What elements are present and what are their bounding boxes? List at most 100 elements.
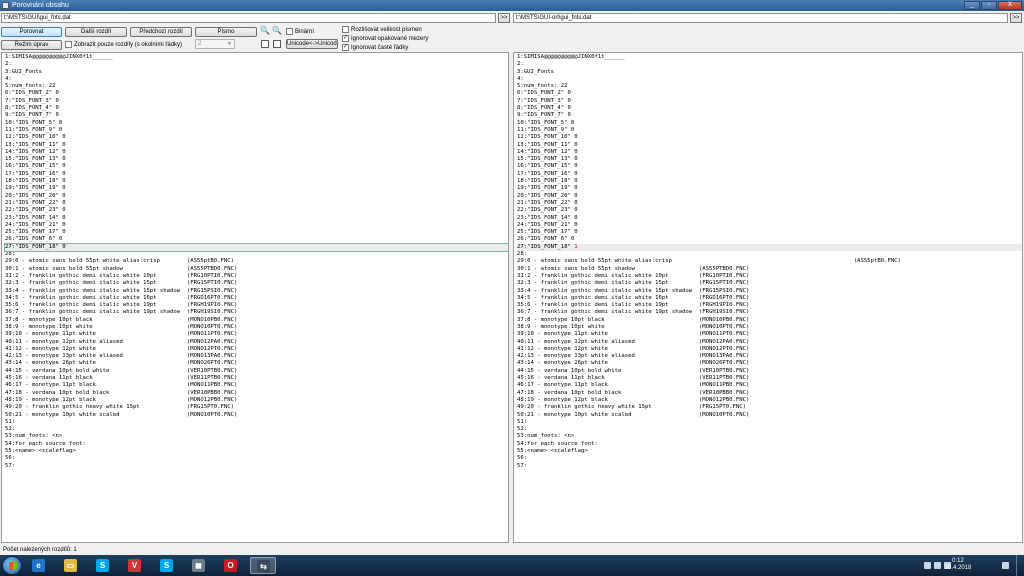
prev-diff-button[interactable]: Předchozí rozdíl xyxy=(130,27,192,37)
right-text-line[interactable]: 4: xyxy=(517,76,1022,83)
left-text-line[interactable]: 29:0 - atomic sans bold 55pt white alias… xyxy=(5,258,508,265)
right-text-line[interactable]: 39:10 - monotype 11pt white (MONO11PT0.F… xyxy=(517,331,1022,338)
left-text-line[interactable]: 44:15 - verdana 10pt bold white (VER10PT… xyxy=(5,368,508,375)
taskbar-app[interactable]: S xyxy=(90,557,116,574)
context-lines-select[interactable]: 2 ▼ xyxy=(195,39,235,49)
right-text-line[interactable]: 47:18 - verdana 10pt bold black (VER10PB… xyxy=(517,390,1022,397)
ignore-frequent-checkbox-box[interactable]: ✓ xyxy=(342,44,349,51)
left-text-line[interactable]: 45:16 - verdana 11pt black (VER11PTB0.FN… xyxy=(5,375,508,382)
left-text-line[interactable]: 47:18 - verdana 10pt bold black (VER10PB… xyxy=(5,390,508,397)
right-text-line[interactable]: 30:1 - atomic sans bold 55pt shadow (AS5… xyxy=(517,266,1022,273)
right-text-line[interactable]: 3:GUI_Fonts xyxy=(517,69,1022,76)
right-text-line[interactable]: 49:20 - franklin gothic heavy white 15pt… xyxy=(517,404,1022,411)
left-text-line[interactable]: 39:10 - monotype 11pt white (MONO11PT0.F… xyxy=(5,331,508,338)
left-text-line[interactable]: 21:"IDS_FONT_22" 0 xyxy=(5,200,508,207)
right-text-line[interactable]: 11:"IDS_FONT_9" 0 xyxy=(517,127,1022,134)
maximize-button[interactable]: ▫ xyxy=(981,1,997,10)
right-text-line[interactable]: 50:21 - monotype 10pt white scaled (MONO… xyxy=(517,412,1022,419)
left-text-line[interactable]: 8:"IDS_FONT_4" 0 xyxy=(5,105,508,112)
left-text-line[interactable]: 20:"IDS_FONT_20" 0 xyxy=(5,193,508,200)
right-text-line[interactable]: 57: xyxy=(517,463,1022,470)
right-browse-button[interactable]: >> xyxy=(1010,13,1022,23)
right-text-line[interactable]: 26:"IDS_FONT_6" 0 xyxy=(517,236,1022,243)
right-text-line[interactable]: 54:for each source font: xyxy=(517,441,1022,448)
left-text-line[interactable]: 33:4 - franklin gothic demi italic white… xyxy=(5,288,508,295)
clock[interactable]: 0:12 20.4.2018 xyxy=(940,558,976,572)
right-text-line[interactable]: 13:"IDS_FONT_11" 0 xyxy=(517,142,1022,149)
left-text-line[interactable]: 14:"IDS_FONT_12" 0 xyxy=(5,149,508,156)
right-text-line[interactable]: 53:num_fonts: <n> xyxy=(517,433,1022,440)
left-text-line[interactable]: 35:6 - franklin gothic demi italic white… xyxy=(5,302,508,309)
right-text-line[interactable]: 16:"IDS_FONT_15" 0 xyxy=(517,163,1022,170)
left-text-line[interactable]: 42:13 - monotype 13pt white aliased (MON… xyxy=(5,353,508,360)
right-text-line[interactable]: 18:"IDS_FONT_18" 0 xyxy=(517,178,1022,185)
left-text-line[interactable]: 12:"IDS_FONT_10" 0 xyxy=(5,134,508,141)
left-text-line[interactable]: 54:for each source font: xyxy=(5,441,508,448)
left-text-line[interactable]: 11:"IDS_FONT_9" 0 xyxy=(5,127,508,134)
right-text-line[interactable]: 38:9 - monotype 10pt white (MONO10PT0.FN… xyxy=(517,324,1022,331)
taskbar-app[interactable]: ▭ xyxy=(58,557,84,574)
left-file-path[interactable]: t:\MSTS\GUI\gui_fnts.dat xyxy=(1,13,496,23)
right-text-line[interactable]: 15:"IDS_FONT_13" 0 xyxy=(517,156,1022,163)
ignore-spaces-checkbox-box[interactable]: ✓ xyxy=(342,35,349,42)
right-text-line[interactable]: 19:"IDS_FONT_19" 0 xyxy=(517,185,1022,192)
right-text-line[interactable]: 2: xyxy=(517,61,1022,68)
case-sensitive-checkbox[interactable]: Rozlišovat velikost písmen xyxy=(342,25,422,34)
edit-mode-button[interactable]: Režim úprav xyxy=(1,40,62,50)
left-text-line[interactable]: 52: xyxy=(5,426,508,433)
right-text-line[interactable]: 52: xyxy=(517,426,1022,433)
right-text-line[interactable]: 6:"IDS_FONT_2" 0 xyxy=(517,90,1022,97)
left-text-line[interactable]: 41:12 - monotype 12pt white (MONO12PT0.F… xyxy=(5,346,508,353)
right-text-line[interactable]: 35:6 - franklin gothic demi italic white… xyxy=(517,302,1022,309)
case-sensitive-checkbox-box[interactable] xyxy=(342,26,349,33)
right-text-line[interactable]: 55:<name> <scaleflag> xyxy=(517,448,1022,455)
left-text-line[interactable]: 53:num_fonts: <n> xyxy=(5,433,508,440)
left-text-line[interactable]: 25:"IDS_FONT_17" 0 xyxy=(5,229,508,236)
right-text-line[interactable]: 21:"IDS_FONT_22" 0 xyxy=(517,200,1022,207)
left-text-line[interactable]: 57: xyxy=(5,463,508,470)
left-text-line[interactable]: 55:<name> <scaleflag> xyxy=(5,448,508,455)
close-button[interactable]: X xyxy=(998,1,1022,10)
find-next-icon[interactable]: 🔍 xyxy=(272,26,282,36)
right-text-line[interactable]: 14:"IDS_FONT_12" 0 xyxy=(517,149,1022,156)
right-file-path[interactable]: t:\MSTS\GUI-orl\gui_fnts.dat xyxy=(513,13,1008,23)
right-text-line[interactable]: 1:SIMISA@@@@@@@@@@JINX0f1t______ xyxy=(517,54,1022,61)
left-text-line[interactable]: 48:19 - monotype 12pt black (MONO12PB0.F… xyxy=(5,397,508,404)
left-text-line[interactable]: 34:5 - franklin gothic demi italic white… xyxy=(5,295,508,302)
left-text-line[interactable]: 18:"IDS_FONT_18" 0 xyxy=(5,178,508,185)
left-text-line[interactable]: 37:8 - monotype 10pt black (MONO10PB0.FN… xyxy=(5,317,508,324)
start-button[interactable] xyxy=(2,556,22,575)
left-text-line[interactable]: 38:9 - monotype 10pt white (MONO10PT0.FN… xyxy=(5,324,508,331)
taskbar-app[interactable]: ⇆ xyxy=(250,557,276,574)
right-text-line[interactable]: 36:7 - franklin gothic demi italic white… xyxy=(517,309,1022,316)
left-text-line[interactable]: 26:"IDS_FONT_6" 0 xyxy=(5,236,508,243)
right-text-line[interactable]: 45:16 - verdana 11pt black (VER11PTB0.FN… xyxy=(517,375,1022,382)
left-text-line[interactable]: 46:17 - monotype 11pt black (MONO11PB0.F… xyxy=(5,382,508,389)
right-text-line[interactable]: 28: xyxy=(517,251,1022,258)
unicode-toggle-button[interactable]: Unicode<->Unicode xyxy=(286,39,338,49)
show-desktop-button[interactable] xyxy=(1016,555,1024,576)
right-text-line[interactable]: 24:"IDS_FONT_21" 0 xyxy=(517,222,1022,229)
left-text-line[interactable]: 40:11 - monotype 12pt white aliased (MON… xyxy=(5,339,508,346)
left-pane-toggle-icon[interactable] xyxy=(261,40,269,48)
right-text-line[interactable]: 44:15 - verdana 10pt bold white (VER10PT… xyxy=(517,368,1022,375)
left-text-line[interactable]: 15:"IDS_FONT_13" 0 xyxy=(5,156,508,163)
left-text-line[interactable]: 2: xyxy=(5,61,508,68)
left-text-line[interactable]: 6:"IDS_FONT_2" 0 xyxy=(5,90,508,97)
minimize-button[interactable]: _ xyxy=(964,1,980,10)
right-text-line[interactable]: 25:"IDS_FONT_17" 0 xyxy=(517,229,1022,236)
ignore-spaces-checkbox[interactable]: ✓ Ignorovat opakované mezery xyxy=(342,34,428,43)
binoculars-icon[interactable]: 🔍 xyxy=(260,26,270,36)
left-text-line[interactable]: 19:"IDS_FONT_19" 0 xyxy=(5,185,508,192)
right-text-line[interactable]: 32:3 - franklin gothic demi italic white… xyxy=(517,280,1022,287)
left-text-line[interactable]: 30:1 - atomic sans bold 55pt shadow (AS5… xyxy=(5,266,508,273)
taskbar-app[interactable]: V xyxy=(122,557,148,574)
right-text-line[interactable]: 17:"IDS_FONT_16" 0 xyxy=(517,171,1022,178)
left-text-line[interactable]: 43:14 - monotype 26pt white (MONO26PT0.F… xyxy=(5,360,508,367)
right-text-line[interactable]: 46:17 - monotype 11pt black (MONO11PB0.F… xyxy=(517,382,1022,389)
left-text-line[interactable]: 22:"IDS_FONT_23" 0 xyxy=(5,207,508,214)
left-text-line[interactable]: 51: xyxy=(5,419,508,426)
ignore-frequent-checkbox[interactable]: ✓ Ignorovat časté řádky xyxy=(342,43,408,52)
show-diffs-only-checkbox-box[interactable] xyxy=(65,41,72,48)
right-text-line[interactable]: 5:num_fonts: 22 xyxy=(517,83,1022,90)
